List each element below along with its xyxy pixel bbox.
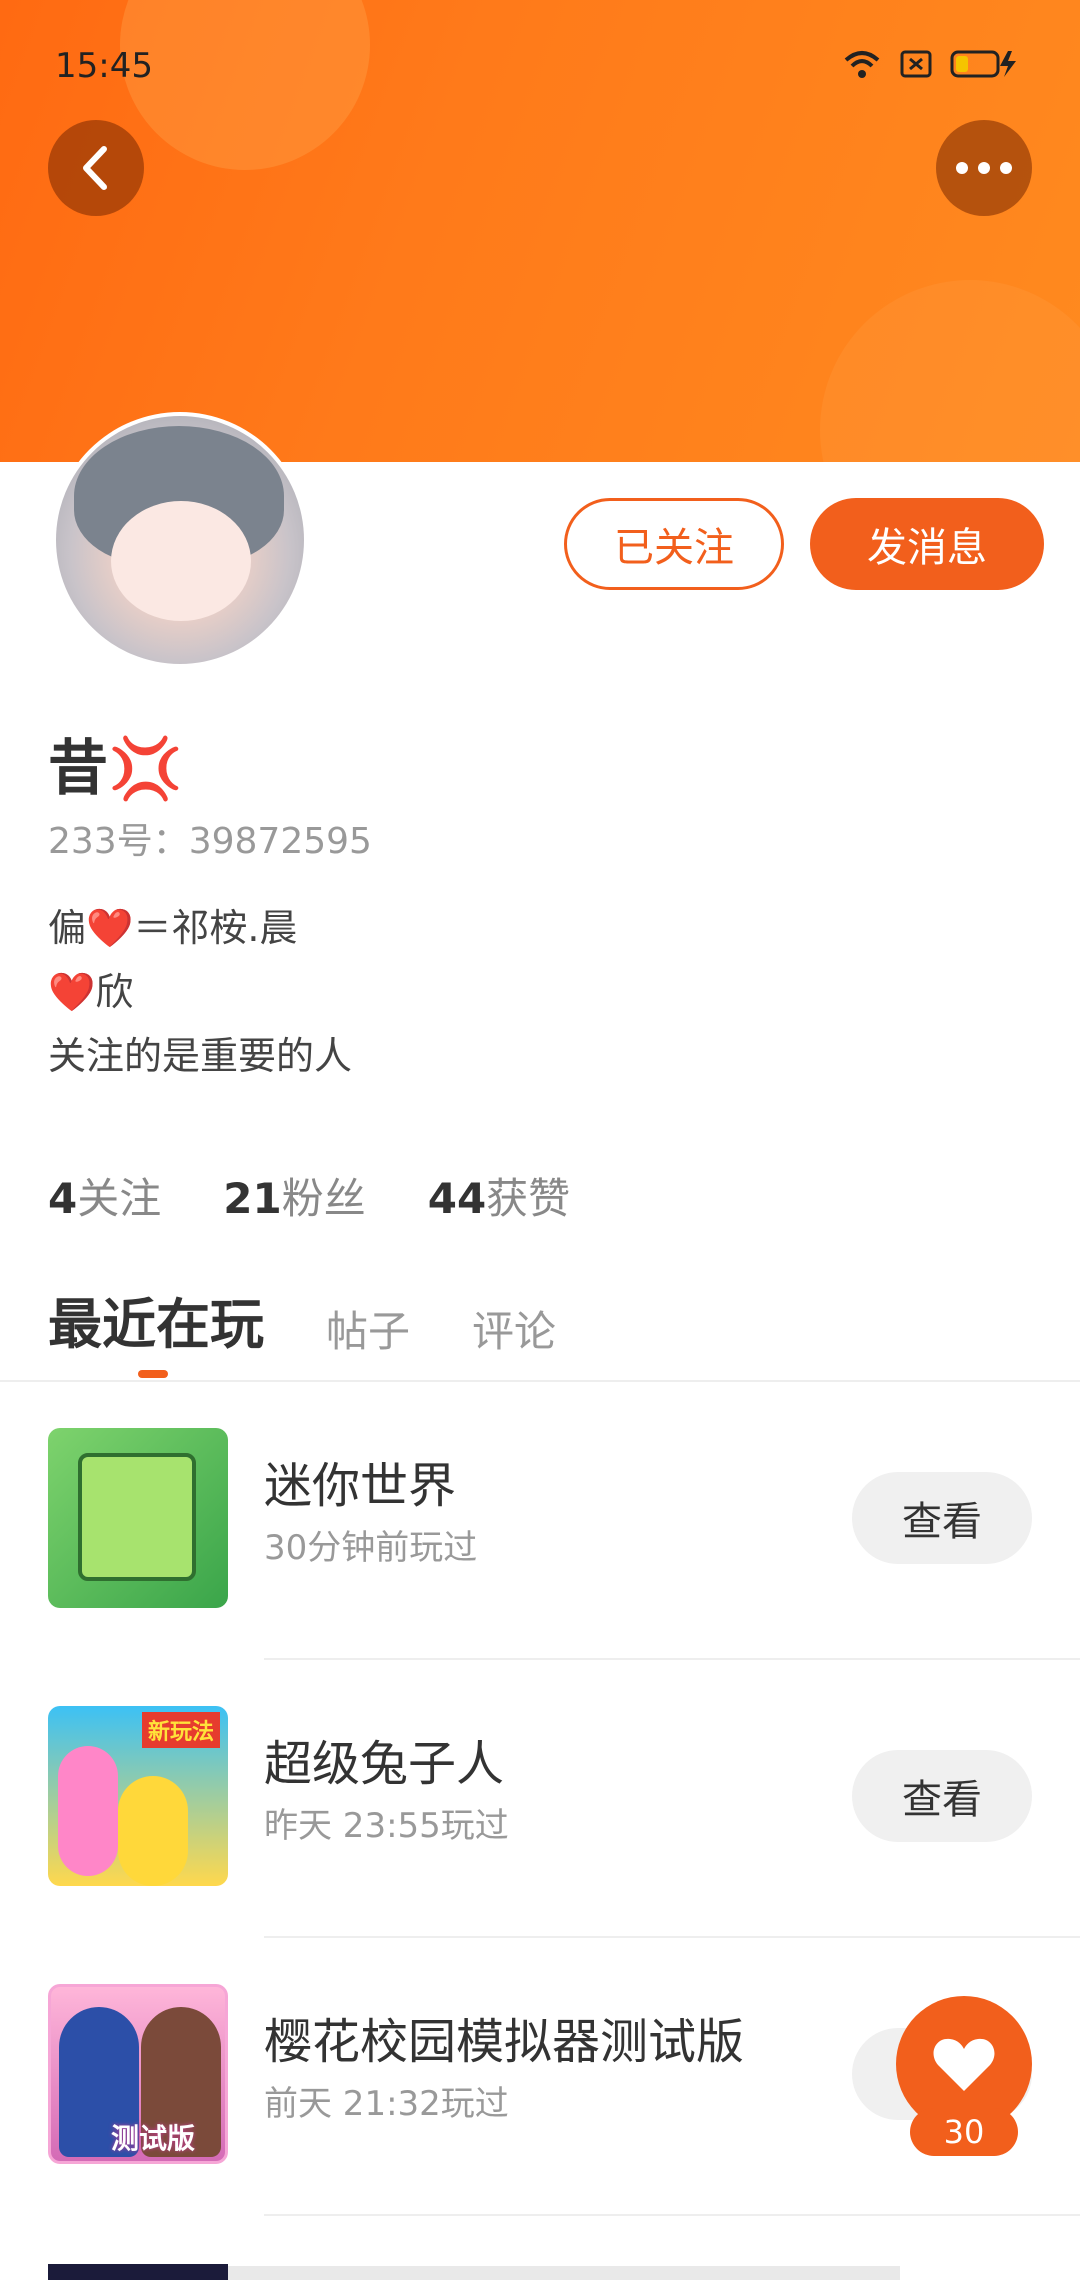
bio: 偏❤️＝祁桉.晨 ❤️欣 关注的是重要的人 [48, 896, 352, 1088]
bio-line: 偏❤️＝祁桉.晨 [48, 906, 298, 950]
stat-number: 21 [223, 1174, 282, 1223]
game-last-played: 昨天 23:55玩过 [264, 1806, 509, 1846]
game-icon-super-bunny-man: 新玩法 [48, 1706, 228, 1886]
followed-button[interactable]: 已关注 [564, 498, 784, 590]
list-item[interactable]: 迷你世界 30分钟前玩过 查看 [0, 1382, 1080, 1660]
stat-likes[interactable]: 44获赞 [428, 1165, 570, 1226]
chevron-left-icon [83, 146, 107, 190]
stat-following[interactable]: 4关注 [48, 1165, 161, 1226]
game-last-played: 30分钟前玩过 [264, 1528, 478, 1568]
game-badge: 新玩法 [141, 1712, 220, 1748]
battery-icon [950, 49, 1030, 83]
username: 昔💢 [48, 734, 183, 804]
stat-number: 44 [427, 1174, 487, 1223]
send-message-button[interactable]: 发消息 [810, 498, 1044, 590]
next-game-icon [48, 2264, 228, 2280]
tab-comments[interactable]: 评论 [472, 1298, 556, 1359]
stat-label: 粉丝 [281, 1174, 366, 1223]
heart-icon [933, 2038, 995, 2091]
game-badge: 测试版 [111, 2122, 196, 2155]
profile-tabs: 最近在玩 帖子 评论 [48, 1280, 556, 1359]
game-title: 超级兔子人 [264, 1736, 505, 1792]
stat-label: 关注 [77, 1174, 162, 1223]
stat-fans[interactable]: 21粉丝 [223, 1165, 365, 1226]
list-item[interactable]: 新玩法 超级兔子人 昨天 23:55玩过 查看 [0, 1660, 1080, 1938]
game-title: 迷你世界 [264, 1458, 457, 1514]
game-icon-mini-world [48, 1428, 228, 1608]
tab-posts[interactable]: 帖子 [326, 1298, 410, 1359]
view-button[interactable]: 查看 [852, 1472, 1032, 1564]
avatar[interactable] [52, 412, 308, 668]
status-icons [842, 48, 1030, 84]
user-id: 233号：39872595 [48, 821, 372, 862]
tab-indicator [138, 1370, 168, 1378]
wifi-icon [842, 48, 882, 84]
view-button[interactable]: 查看 [852, 1750, 1032, 1842]
bio-line: 关注的是重要的人 [48, 1034, 353, 1078]
stat-number: 4 [48, 1174, 78, 1223]
more-dots-icon [956, 162, 1012, 174]
avatar-image [56, 416, 304, 664]
game-last-played: 前天 21:32玩过 [264, 2084, 509, 2124]
divider [264, 2214, 1080, 2216]
next-row-placeholder [228, 2266, 900, 2280]
stats-bar: 4关注 21粉丝 44获赞 [48, 1165, 570, 1226]
game-icon-sakura-school: 测试版 [48, 1984, 228, 2164]
more-button[interactable] [936, 120, 1032, 216]
stat-label: 获赞 [486, 1174, 571, 1223]
banner-decoration [820, 280, 1080, 462]
back-button[interactable] [48, 120, 144, 216]
banner-decoration [120, 0, 370, 170]
sim-icon [900, 50, 932, 82]
game-title: 樱花校园模拟器测试版 [264, 2014, 745, 2070]
tab-recent-played[interactable]: 最近在玩 [48, 1280, 264, 1359]
bio-line: ❤️欣 [48, 970, 134, 1014]
like-count: 30 [910, 2108, 1018, 2156]
status-time: 15:45 [55, 46, 153, 86]
